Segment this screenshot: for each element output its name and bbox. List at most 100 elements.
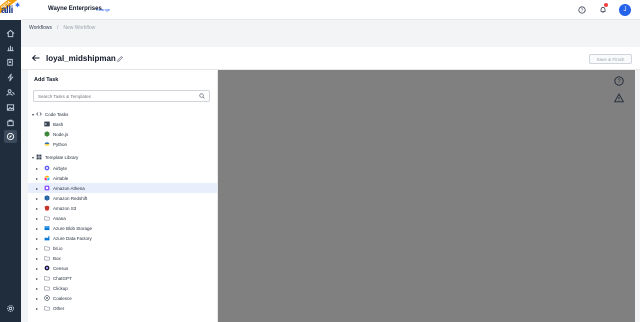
nodejs-icon (44, 131, 50, 137)
tree-item-amazon-athena[interactable]: ▸ Amazon Athena (28, 183, 217, 193)
tree-item-label: Amazon Redshift (53, 195, 88, 201)
bolt-icon[interactable] (4, 71, 17, 84)
tree-item-amazon-redshift[interactable]: ▸ Amazon Redshift (28, 193, 217, 203)
census-icon (44, 265, 50, 271)
tree-item-chatgpt[interactable]: ▸ ChatGPT (28, 273, 217, 283)
canvas-help-icon[interactable]: ? (614, 76, 624, 86)
python-icon (44, 141, 50, 147)
breadcrumb: Workflows / New Workflow (29, 25, 95, 31)
caret-right-icon: ▸ (35, 205, 38, 211)
panel-title: Add Task (34, 77, 59, 83)
pencil-icon[interactable] (116, 55, 124, 63)
tree-item-airtable[interactable]: ▸ Airtable (28, 173, 217, 183)
breadcrumb-separator: / (56, 25, 59, 31)
logo-text: alli (1, 5, 13, 16)
home-icon[interactable] (4, 27, 17, 40)
add-task-panel: Add Task ▾ Code Tasks Bash Node.js Pytho… (28, 70, 218, 322)
avatar[interactable]: J (619, 4, 631, 16)
tree-item-label: Bash (53, 121, 64, 127)
coalesce-icon (44, 295, 50, 301)
tree-item-label: Amazon S3 (53, 205, 77, 211)
caret-right-icon: ▸ (35, 285, 38, 291)
tree-item-coalesce[interactable]: ▸ Coalesce (28, 293, 217, 303)
warning-icon[interactable] (614, 93, 624, 103)
back-arrow-icon[interactable] (31, 53, 41, 63)
caret-right-icon: ▸ (35, 255, 38, 261)
airbyte-icon (44, 165, 50, 171)
tree-item-label: Asana (53, 215, 66, 221)
folder-icon (44, 285, 50, 291)
caret-down-icon: ▾ (31, 154, 34, 160)
caret-right-icon: ▸ (35, 195, 38, 201)
save-finish-button[interactable]: Save & Finish (589, 54, 632, 64)
tree-item-label: Azure Blob Storage (53, 225, 93, 231)
caret-right-icon: ▸ (35, 225, 38, 231)
tree-item-label: Airbyte (53, 165, 68, 171)
notification-badge (604, 3, 608, 7)
code-icon (36, 111, 42, 117)
tree-item-azure-data-factory[interactable]: ▸ Azure Data Factory (28, 233, 217, 243)
tree-item-airbyte[interactable]: ▸ Airbyte (28, 163, 217, 173)
compass-icon[interactable] (4, 130, 17, 143)
workflow-name: loyal_midshipman (46, 54, 116, 63)
tree-item[interactable]: Bash (28, 119, 217, 129)
org-name: Wayne Enterprises (48, 6, 102, 12)
tree-item-label: Node.js (53, 131, 69, 137)
workflow-title-bar: loyal_midshipman Save & Finish (21, 47, 640, 70)
caret-right-icon: ▸ (35, 245, 38, 251)
tree-item-clickup[interactable]: ▸ Clickup (28, 283, 217, 293)
folder-icon (44, 305, 50, 311)
terminal-icon (44, 121, 50, 127)
tree-item-label: Clickup (53, 285, 68, 291)
caret-right-icon: ▸ (35, 275, 38, 281)
workflow-canvas[interactable] (218, 70, 635, 322)
folder-icon (44, 215, 50, 221)
bag-icon[interactable] (4, 116, 17, 129)
tree-item-amazon-s3[interactable]: ▸ Amazon S3 (28, 203, 217, 213)
tree-group-code-tasks[interactable]: ▾ Code Tasks (28, 109, 217, 119)
side-nav: BETA alli ✱ (0, 0, 21, 322)
caret-right-icon: ▸ (35, 165, 38, 171)
logo-star-icon: ✱ (15, 3, 21, 9)
documents-icon[interactable] (4, 56, 17, 69)
tree-group-label: Code Tasks (45, 111, 69, 117)
folder-icon (44, 255, 50, 261)
azure-data-factory-icon (44, 235, 50, 241)
breadcrumb-current: New Workflow (63, 25, 96, 31)
tree-item-asana[interactable]: ▸ Asana (28, 213, 217, 223)
caret-right-icon: ▸ (35, 185, 38, 191)
tree-item-label: Amazon Athena (53, 185, 85, 191)
caret-right-icon: ▸ (35, 295, 38, 301)
tree-item-census[interactable]: ▸ Census (28, 263, 217, 273)
amazon-s3-icon (44, 205, 50, 211)
tree-item[interactable]: Node.js (28, 129, 217, 139)
azure-blob-icon (44, 225, 50, 231)
app-logo[interactable]: BETA alli ✱ (0, 0, 21, 20)
chart-icon[interactable] (4, 41, 17, 54)
tree-item-box[interactable]: ▸ Box (28, 253, 217, 263)
tree-item-label: Azure Data Factory (53, 235, 92, 241)
tree-group-template-library[interactable]: ▾ Template Library (28, 152, 217, 162)
caret-right-icon: ▸ (35, 235, 38, 241)
tree-item-other[interactable]: ▸ Other (28, 303, 217, 313)
caret-down-icon: ▾ (31, 111, 34, 117)
tree-item-bit-io[interactable]: ▸ bit.io (28, 243, 217, 253)
top-header: Wayne Enterprises Change ? J (21, 0, 640, 20)
change-org-link[interactable]: Change (96, 7, 110, 12)
tree-item-azure-blob-storage[interactable]: ▸ Azure Blob Storage (28, 223, 217, 233)
settings-icon[interactable] (4, 302, 17, 315)
help-icon[interactable]: ? (577, 5, 587, 15)
folder-icon (44, 275, 50, 281)
task-search-input[interactable] (33, 90, 210, 102)
airtable-icon (44, 175, 50, 181)
image-icon[interactable] (4, 101, 17, 114)
folder-icon (44, 245, 50, 251)
tree-item-label: Coalesce (53, 295, 72, 301)
tree-item-label: Airtable (53, 175, 69, 181)
users-icon[interactable] (4, 86, 17, 99)
amazon-redshift-icon (44, 195, 50, 201)
tree-item[interactable]: Python (28, 139, 217, 149)
search-icon (199, 93, 205, 99)
tree-item-label: Box (53, 255, 61, 261)
breadcrumb-workflows[interactable]: Workflows (29, 25, 52, 31)
